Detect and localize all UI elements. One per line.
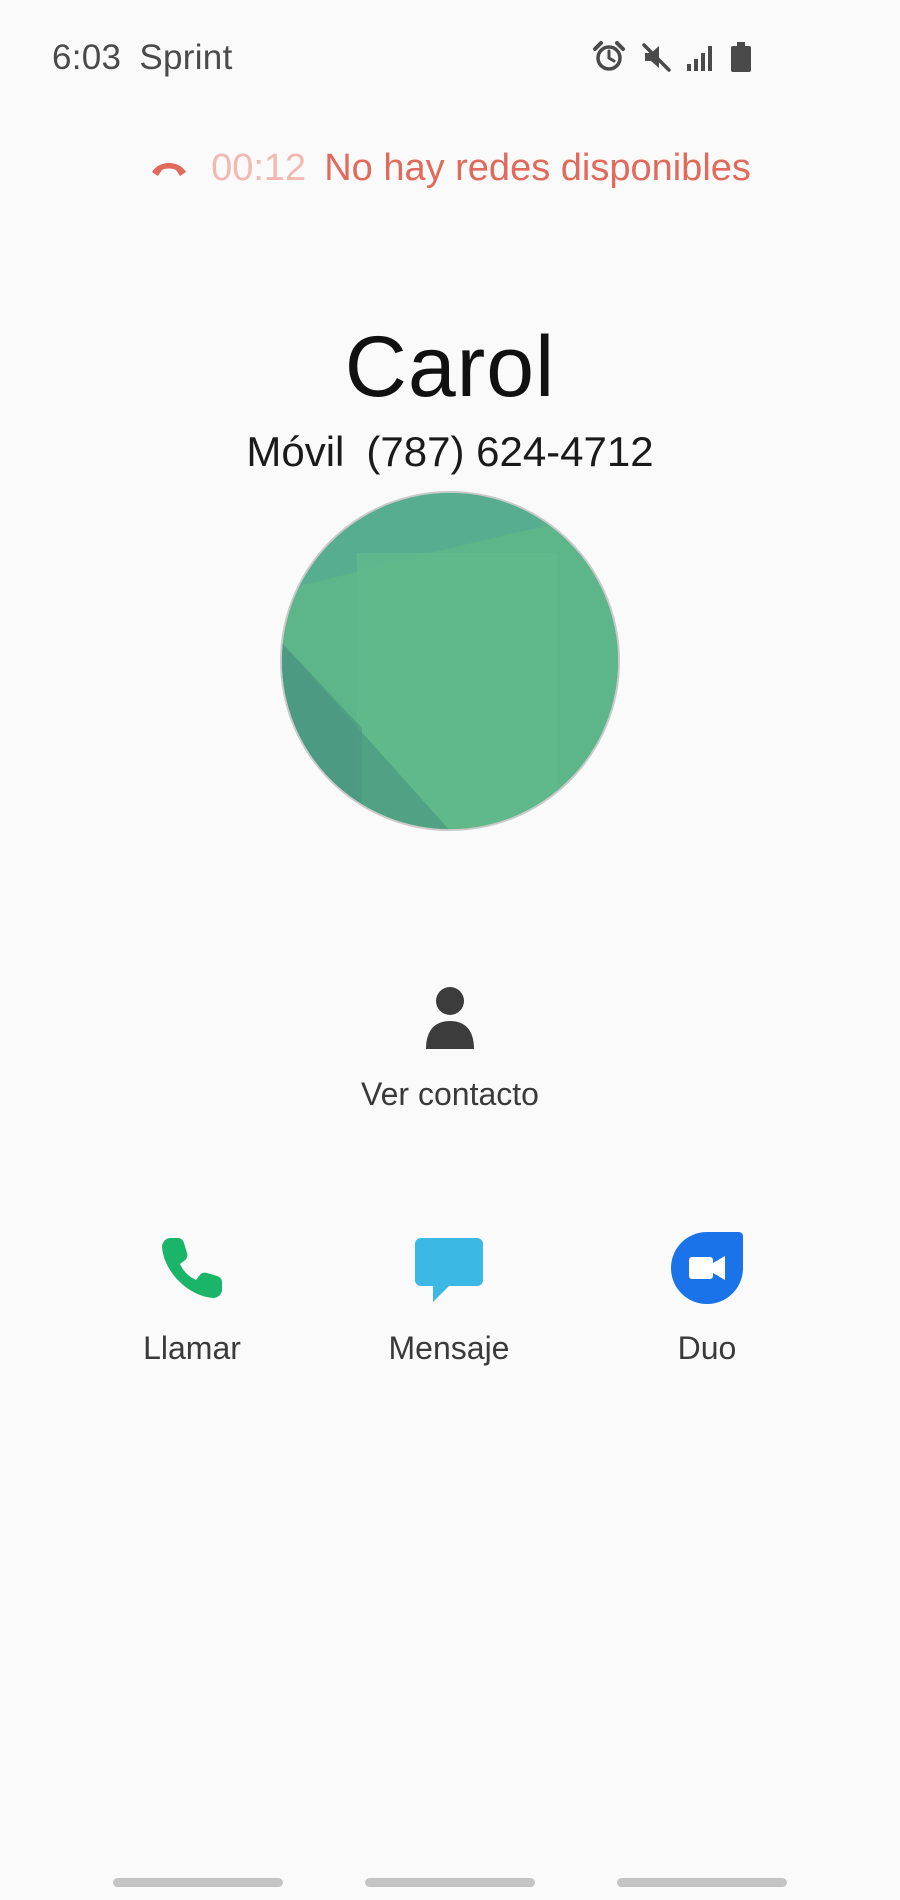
call-ended-screen: 6:03 Sprint 00:12 No hay redes disponibl… (0, 0, 900, 1900)
contact-number: (787) 624-4712 (366, 428, 654, 475)
status-icons (592, 40, 752, 74)
duo-video-icon (669, 1230, 745, 1311)
duo-button-label: Duo (677, 1330, 737, 1366)
signal-icon (686, 42, 716, 72)
message-button-label: Mensaje (388, 1330, 510, 1366)
mute-icon (640, 41, 672, 73)
navigation-bar (0, 1870, 900, 1900)
alarm-icon (592, 40, 626, 74)
duo-button[interactable]: Duo (607, 1230, 807, 1380)
message-icon (413, 1232, 485, 1309)
hangup-icon (149, 157, 189, 179)
message-button[interactable]: Mensaje (349, 1230, 549, 1380)
contact-number-label: Móvil (246, 428, 345, 475)
view-contact-label: Ver contacto (361, 1076, 539, 1112)
phone-icon (156, 1232, 228, 1309)
call-status: 00:12 No hay redes disponibles (0, 140, 900, 196)
view-contact-button[interactable]: Ver contacto (300, 985, 600, 1125)
call-button-label: Llamar (143, 1330, 241, 1366)
nav-home-handle[interactable] (365, 1878, 535, 1887)
nav-recents-handle[interactable] (617, 1878, 787, 1887)
status-left: 6:03 Sprint (52, 38, 233, 78)
call-status-message: No hay redes disponibles (324, 146, 751, 189)
contact-number-line: Móvil (787) 624-4712 (0, 428, 900, 476)
call-timer: 00:12 (211, 146, 307, 189)
contact-name: Carol (344, 319, 556, 415)
call-button[interactable]: Llamar (92, 1230, 292, 1380)
status-time: 6:03 (52, 38, 122, 77)
battery-icon (730, 41, 752, 73)
person-icon (424, 985, 476, 1056)
status-carrier: Sprint (139, 38, 233, 77)
action-row: Llamar Mensaje Duo (0, 1230, 900, 1380)
status-bar: 6:03 Sprint (0, 0, 900, 120)
contact-avatar (280, 491, 620, 831)
nav-back-handle[interactable] (113, 1878, 283, 1887)
